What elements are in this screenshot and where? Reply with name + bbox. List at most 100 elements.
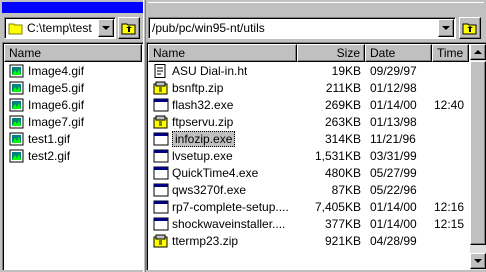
arrow-up-icon bbox=[474, 50, 482, 54]
remote-pane: /pub/pc/win95-nt/utils Name Size Date Ti… bbox=[146, 0, 486, 272]
remote-file-rows: ASU Dial-in.ht 19KB 09/29/97 bsnftp.zip 211K… bbox=[148, 62, 469, 249]
file-size: 314KB bbox=[324, 131, 361, 146]
remote-name-column-header[interactable]: Name bbox=[148, 44, 297, 62]
remote-vertical-scrollbar[interactable] bbox=[470, 44, 486, 270]
scroll-down-button[interactable] bbox=[470, 253, 486, 269]
scroll-up-button[interactable] bbox=[470, 44, 486, 60]
local-path-combo[interactable]: C:\temp\test bbox=[4, 17, 116, 39]
zip-file-icon bbox=[153, 115, 168, 128]
file-name: test1.gif bbox=[28, 131, 71, 146]
gif-file-icon bbox=[9, 64, 24, 77]
file-time: 12:16 bbox=[434, 199, 465, 214]
table-row[interactable]: flash32.exe 269KB 01/14/00 12:40 bbox=[148, 96, 469, 113]
remote-pane-titlebar[interactable] bbox=[148, 2, 484, 13]
file-name: lvsetup.exe bbox=[172, 148, 233, 163]
exe-file-icon bbox=[153, 149, 169, 162]
gif-file-icon bbox=[9, 81, 24, 94]
file-date: 05/27/99 bbox=[370, 165, 417, 180]
file-name: qws3270f.exe bbox=[172, 182, 247, 197]
remote-time-column-header[interactable]: Time bbox=[432, 44, 469, 62]
exe-file-icon bbox=[153, 166, 169, 179]
file-size: 7,405KB bbox=[314, 199, 361, 214]
file-date: 04/28/99 bbox=[370, 233, 417, 248]
remote-list-header: Name Size Date Time bbox=[148, 44, 469, 62]
local-path-dropdown-button[interactable] bbox=[98, 19, 114, 37]
local-name-column-header[interactable]: Name bbox=[4, 44, 142, 62]
file-name: Image6.gif bbox=[28, 97, 85, 112]
local-file-list[interactable]: Name Image4.gif Image5.gif Image6.gif Image… bbox=[2, 42, 143, 270]
exe-file-icon bbox=[153, 98, 169, 111]
file-size: 1,531KB bbox=[314, 148, 361, 163]
file-name: QuickTime4.exe bbox=[172, 165, 259, 180]
table-row[interactable]: ASU Dial-in.ht 19KB 09/29/97 bbox=[148, 62, 469, 79]
file-name: Image5.gif bbox=[28, 80, 85, 95]
folder-icon bbox=[8, 23, 23, 35]
file-name: infozip.exe bbox=[172, 130, 236, 147]
file-size: 263KB bbox=[324, 114, 361, 129]
exe-file-icon bbox=[153, 183, 169, 196]
exe-file-icon bbox=[153, 132, 169, 145]
gif-file-icon bbox=[9, 149, 24, 162]
list-item[interactable]: Image7.gif bbox=[4, 113, 84, 130]
list-item[interactable]: Image4.gif bbox=[4, 62, 84, 79]
table-row[interactable]: lvsetup.exe 1,531KB 03/31/99 bbox=[148, 147, 469, 164]
table-row[interactable]: ftpservu.zip 263KB 01/13/98 bbox=[148, 113, 469, 130]
file-size: 377KB bbox=[324, 216, 361, 231]
remote-path-dropdown-button[interactable] bbox=[438, 19, 454, 37]
file-date: 11/21/96 bbox=[370, 131, 416, 146]
remote-size-column-header[interactable]: Size bbox=[297, 44, 365, 62]
file-date: 03/31/99 bbox=[370, 148, 417, 163]
file-size: 211KB bbox=[325, 80, 361, 95]
remote-date-column-header[interactable]: Date bbox=[365, 44, 432, 62]
table-row[interactable]: ttermp23.zip 921KB 04/28/99 bbox=[148, 232, 469, 249]
zip-file-icon bbox=[153, 234, 168, 247]
file-date: 01/14/00 bbox=[370, 97, 417, 112]
table-row[interactable]: QuickTime4.exe 480KB 05/27/99 bbox=[148, 164, 469, 181]
gif-file-icon bbox=[9, 115, 24, 128]
file-name: test2.gif bbox=[28, 148, 71, 163]
file-name: bsnftp.zip bbox=[172, 80, 224, 95]
gif-file-icon bbox=[9, 132, 24, 145]
remote-path-text: /pub/pc/win95-nt/utils bbox=[152, 21, 265, 35]
file-date: 05/22/96 bbox=[370, 182, 417, 197]
list-item[interactable]: test2.gif bbox=[4, 147, 84, 164]
list-item[interactable]: Image5.gif bbox=[4, 79, 84, 96]
zip-file-icon bbox=[153, 81, 168, 94]
file-name: Image4.gif bbox=[28, 63, 85, 78]
html-file-icon bbox=[154, 63, 166, 78]
local-file-rows: Image4.gif Image5.gif Image6.gif Image7.gif… bbox=[4, 62, 84, 164]
chevron-down-icon bbox=[442, 26, 450, 30]
file-name: rp7-complete-setup.... bbox=[172, 199, 289, 214]
list-item[interactable]: Image6.gif bbox=[4, 96, 84, 113]
arrow-down-icon bbox=[474, 259, 482, 263]
file-size: 480KB bbox=[324, 165, 361, 180]
table-row[interactable]: qws3270f.exe 87KB 05/22/96 bbox=[148, 181, 469, 198]
local-pane: C:\temp\test Name Image4.gif Image5.gif Im… bbox=[0, 0, 143, 272]
file-size: 87KB bbox=[331, 182, 361, 197]
file-size: 269KB bbox=[324, 97, 361, 112]
file-size: 19KB bbox=[331, 63, 361, 78]
table-row[interactable]: shockwaveinstaller.... 377KB 01/14/00 12:15 bbox=[148, 215, 469, 232]
remote-file-list[interactable]: Name Size Date Time ASU Dial-in.ht 19KB 09… bbox=[146, 42, 486, 270]
file-size: 921KB bbox=[324, 233, 361, 248]
file-name: ASU Dial-in.ht bbox=[172, 63, 248, 78]
local-pane-titlebar[interactable] bbox=[2, 2, 143, 13]
remote-up-folder-button[interactable] bbox=[459, 17, 481, 39]
table-row[interactable]: infozip.exe 314KB 11/21/96 bbox=[148, 130, 469, 147]
file-date: 09/29/97 bbox=[370, 63, 417, 78]
scroll-thumb[interactable] bbox=[470, 61, 486, 245]
exe-file-icon bbox=[153, 217, 169, 230]
list-item[interactable]: test1.gif bbox=[4, 130, 84, 147]
local-path-text: C:\temp\test bbox=[27, 21, 92, 35]
gif-file-icon bbox=[9, 98, 24, 111]
local-up-folder-button[interactable] bbox=[118, 17, 140, 39]
table-row[interactable]: bsnftp.zip 211KB 01/12/98 bbox=[148, 79, 469, 96]
file-date: 01/13/98 bbox=[370, 114, 417, 129]
table-row[interactable]: rp7-complete-setup.... 7,405KB 01/14/00 12:… bbox=[148, 198, 469, 215]
file-time: 12:40 bbox=[434, 97, 465, 112]
file-date: 01/14/00 bbox=[370, 199, 417, 214]
file-name: Image7.gif bbox=[28, 114, 85, 129]
file-name: ttermp23.zip bbox=[172, 233, 239, 248]
up-folder-icon bbox=[462, 23, 477, 35]
remote-path-combo[interactable]: /pub/pc/win95-nt/utils bbox=[148, 17, 456, 39]
